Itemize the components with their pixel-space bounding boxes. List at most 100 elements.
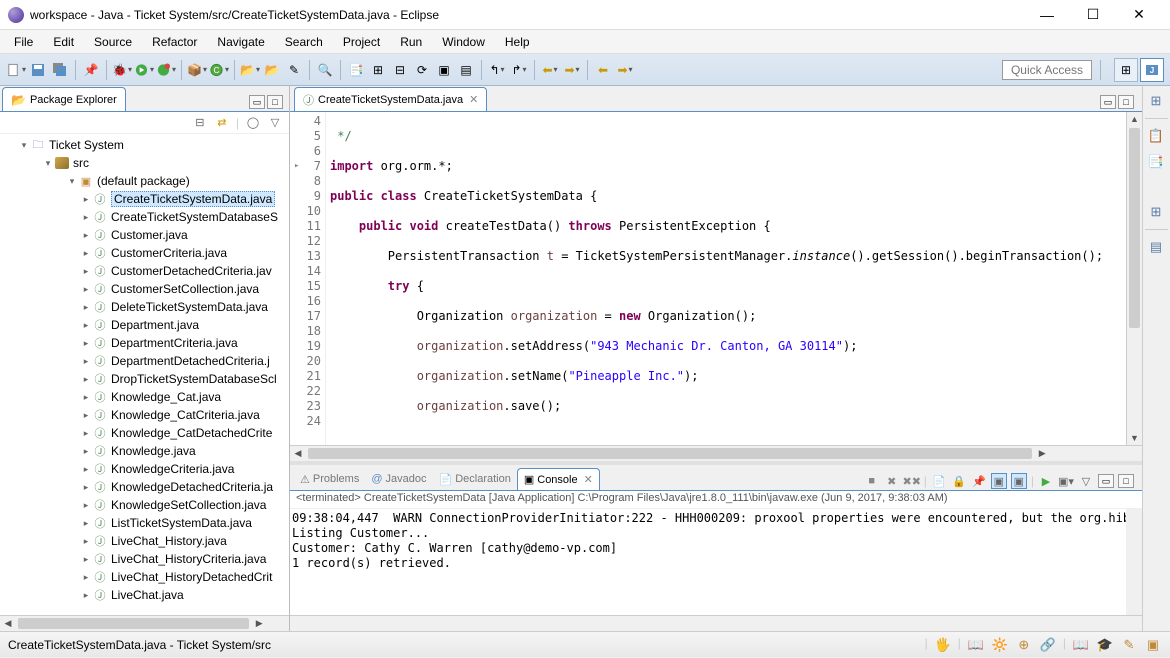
- tree-file[interactable]: ▸ⒿCustomer.java: [0, 226, 289, 244]
- editor-tab[interactable]: Ⓙ CreateTicketSystemData.java ✕: [294, 87, 487, 111]
- menu-help[interactable]: Help: [495, 32, 540, 52]
- new-class-button[interactable]: C: [209, 60, 229, 80]
- package-explorer-tab[interactable]: 📂 Package Explorer: [2, 87, 126, 111]
- tree-file[interactable]: ▸ⒿDropTicketSystemDatabaseScl: [0, 370, 289, 388]
- status-icon[interactable]: 📖: [967, 636, 985, 654]
- menu-project[interactable]: Project: [333, 32, 390, 52]
- new-button[interactable]: [6, 60, 26, 80]
- tree-file[interactable]: ▸ⒿDeleteTicketSystemData.java: [0, 298, 289, 316]
- explorer-hscrollbar[interactable]: ◀▶: [0, 615, 289, 631]
- menu-window[interactable]: Window: [432, 32, 495, 52]
- task-list-trim-button[interactable]: 📋: [1145, 125, 1167, 147]
- status-icon[interactable]: 🔗: [1039, 636, 1057, 654]
- status-icon[interactable]: 🖐: [934, 636, 952, 654]
- clear-console-button[interactable]: 📄: [931, 473, 947, 489]
- minimize-button[interactable]: —: [1024, 1, 1070, 29]
- show-console-err-button[interactable]: ▣: [1011, 473, 1027, 489]
- next-annotation-button[interactable]: ➡: [615, 60, 635, 80]
- run-button[interactable]: [134, 60, 154, 80]
- debug-button[interactable]: 🐞: [112, 60, 132, 80]
- status-icon[interactable]: ▣: [1144, 636, 1162, 654]
- show-console-out-button[interactable]: ▣: [991, 473, 1007, 489]
- open-type-button[interactable]: 📂: [240, 60, 260, 80]
- tree-file[interactable]: ▸ⒿKnowledgeDetachedCriteria.ja: [0, 478, 289, 496]
- outline-trim-button[interactable]: 📑: [1145, 151, 1167, 173]
- tree-package[interactable]: ▾▣(default package): [0, 172, 289, 190]
- console-tab-close-icon[interactable]: ✕: [584, 473, 593, 486]
- maximize-button[interactable]: ☐: [1070, 1, 1116, 29]
- outline-button[interactable]: 📑: [346, 60, 366, 80]
- open-task-button[interactable]: 📂: [262, 60, 282, 80]
- tree-file[interactable]: ▸ⒿDepartmentCriteria.java: [0, 334, 289, 352]
- save-all-button[interactable]: [50, 60, 70, 80]
- close-button[interactable]: ✕: [1116, 1, 1162, 29]
- open-perspective-button[interactable]: ⊞: [1114, 58, 1138, 82]
- restore-view-button-2[interactable]: ⊞: [1145, 201, 1167, 223]
- tree-file[interactable]: ▸ⒿKnowledgeSetCollection.java: [0, 496, 289, 514]
- terminate-button[interactable]: ■: [864, 473, 880, 489]
- hierarchy-trim-button[interactable]: ▤: [1145, 236, 1167, 258]
- bottom-maximize-button[interactable]: □: [1118, 474, 1134, 488]
- nav-prev-button[interactable]: ↰: [487, 60, 507, 80]
- editor-maximize-button[interactable]: □: [1118, 95, 1134, 109]
- console-menu-button[interactable]: ▽: [1078, 473, 1094, 489]
- code-content[interactable]: */ import org.orm.*; public class Create…: [326, 112, 1126, 445]
- menu-navigate[interactable]: Navigate: [207, 32, 274, 52]
- tree-file[interactable]: ▸ⒿLiveChat_HistoryCriteria.java: [0, 550, 289, 568]
- menu-file[interactable]: File: [4, 32, 43, 52]
- forward-button[interactable]: ➡: [562, 60, 582, 80]
- tree-file[interactable]: ▸ⒿDepartmentDetachedCriteria.j: [0, 352, 289, 370]
- tree-file[interactable]: ▸ⒿCustomerCriteria.java: [0, 244, 289, 262]
- tree-file[interactable]: ▸ⒿCreateTicketSystemDatabaseS: [0, 208, 289, 226]
- restore-view-button[interactable]: ⊞: [1145, 90, 1167, 112]
- status-icon[interactable]: ⊕: [1015, 636, 1033, 654]
- link-editor-button[interactable]: ⇄: [214, 115, 230, 131]
- nav-next-button[interactable]: ↱: [509, 60, 529, 80]
- pin-button[interactable]: 📌: [81, 60, 101, 80]
- tree-file[interactable]: ▸ⒿKnowledge_CatDetachedCrite: [0, 424, 289, 442]
- declaration-tab[interactable]: 📄Declaration: [433, 468, 517, 490]
- tree-src[interactable]: ▾src: [0, 154, 289, 172]
- scroll-lock-button[interactable]: 🔒: [951, 473, 967, 489]
- status-icon[interactable]: 🔆: [991, 636, 1009, 654]
- search-button[interactable]: 🔍: [315, 60, 335, 80]
- editor-hscrollbar[interactable]: ◀▶: [290, 445, 1142, 461]
- remove-all-button[interactable]: ✖✖: [904, 473, 920, 489]
- skip-breakpoints-button[interactable]: ▤: [456, 60, 476, 80]
- refresh-button[interactable]: ⟳: [412, 60, 432, 80]
- tree-file[interactable]: ▸ⒿLiveChat_History.java: [0, 532, 289, 550]
- pin-console-button[interactable]: 📌: [971, 473, 987, 489]
- back-button[interactable]: ⬅: [540, 60, 560, 80]
- tree-file[interactable]: ▸ⒿKnowledge_Cat.java: [0, 388, 289, 406]
- package-explorer-tree[interactable]: ▾🗀Ticket System ▾src ▾▣(default package)…: [0, 134, 289, 615]
- tree-file[interactable]: ▸ⒿDepartment.java: [0, 316, 289, 334]
- minimize-view-button[interactable]: ▭: [249, 95, 265, 109]
- bottom-minimize-button[interactable]: ▭: [1098, 474, 1114, 488]
- tree-file[interactable]: ▸ⒿListTicketSystemData.java: [0, 514, 289, 532]
- save-button[interactable]: [28, 60, 48, 80]
- tree-file[interactable]: ▸ⒿKnowledge.java: [0, 442, 289, 460]
- console-tab[interactable]: ▣Console✕: [517, 468, 600, 490]
- code-editor[interactable]: 456789101112131415161718192021222324 */ …: [290, 112, 1142, 445]
- last-edit-button[interactable]: ⬅: [593, 60, 613, 80]
- console-vscrollbar[interactable]: [1126, 509, 1142, 615]
- editor-tab-close-icon[interactable]: ✕: [469, 93, 478, 106]
- javadoc-tab[interactable]: @Javadoc: [365, 468, 432, 490]
- status-icon[interactable]: 📖: [1072, 636, 1090, 654]
- focus-task-button[interactable]: ◯: [245, 115, 261, 131]
- tree-file[interactable]: ▸ⒿCreateTicketSystemData.java: [0, 190, 289, 208]
- coverage-button[interactable]: [156, 60, 176, 80]
- quick-access-input[interactable]: Quick Access: [1002, 60, 1092, 80]
- tree-file[interactable]: ▸ⒿLiveChat.java: [0, 586, 289, 604]
- breakpoints-button[interactable]: ▣: [434, 60, 454, 80]
- new-package-button[interactable]: 📦: [187, 60, 207, 80]
- maximize-view-button[interactable]: □: [267, 95, 283, 109]
- toggle-button-1[interactable]: ⊞: [368, 60, 388, 80]
- menu-edit[interactable]: Edit: [43, 32, 84, 52]
- console-output[interactable]: 09:38:04,447 WARN ConnectionProviderInit…: [290, 509, 1142, 615]
- tree-file[interactable]: ▸ⒿCustomerSetCollection.java: [0, 280, 289, 298]
- tree-file[interactable]: ▸ⒿKnowledge_CatCriteria.java: [0, 406, 289, 424]
- problems-tab[interactable]: ⚠Problems: [294, 468, 365, 490]
- status-icon[interactable]: 🎓: [1096, 636, 1114, 654]
- menu-search[interactable]: Search: [275, 32, 333, 52]
